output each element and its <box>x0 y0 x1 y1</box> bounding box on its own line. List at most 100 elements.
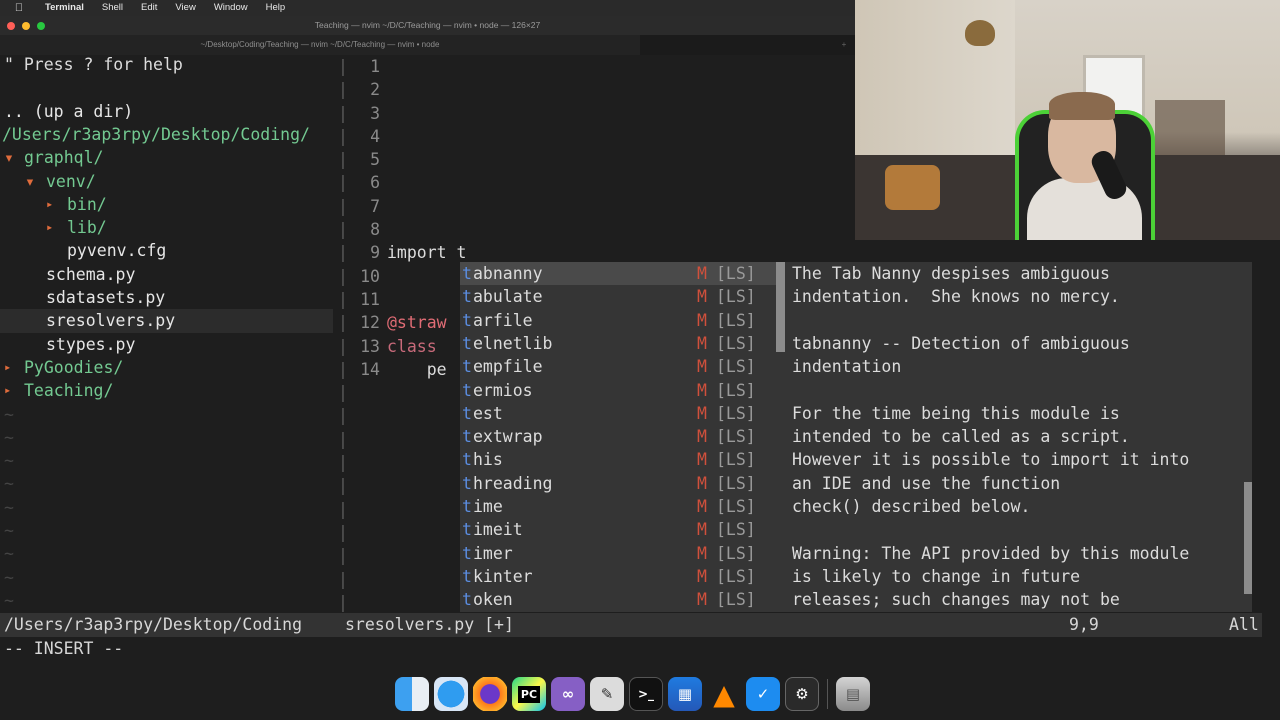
pycharm-glyph: PC <box>517 685 541 703</box>
completion-word: oken <box>473 590 513 610</box>
completion-source: [LS] <box>716 264 756 283</box>
completion-prefix: t <box>462 566 472 586</box>
doc-line: check() described below. <box>792 497 1031 516</box>
file-tree: " Press ? for help .. (up a dir) /Users/… <box>0 55 340 615</box>
completion-item[interactable]: t his M [LS] <box>460 448 778 471</box>
doc-scrollbar[interactable] <box>1244 482 1252 594</box>
completion-prefix: t <box>462 590 472 610</box>
completion-popup[interactable]: t abnanny M [LS] t abulate M [LS] t arfile M [LS] t e… <box>460 262 785 612</box>
menu-edit[interactable]: Edit <box>132 0 166 16</box>
tree-dir-teaching[interactable]: Teaching/ <box>24 379 113 402</box>
completion-source: [LS] <box>716 333 756 353</box>
completion-word: arfile <box>473 310 533 330</box>
completion-kind: M <box>697 427 707 447</box>
completion-prefix: t <box>462 543 472 563</box>
tree-file-sdatasets[interactable]: sdatasets.py <box>46 286 165 309</box>
completion-source: [LS] <box>716 566 756 586</box>
line-number: 3 <box>370 103 380 123</box>
tree-arrow-closed[interactable]: ▸ <box>4 356 11 379</box>
code-line-9: import t <box>387 243 467 263</box>
tree-file-stypes[interactable]: stypes.py <box>46 333 135 356</box>
checkmark-app-icon[interactable]: ✓ <box>746 677 780 711</box>
completion-prefix: t <box>462 357 472 377</box>
pycharm-icon[interactable]: PC <box>512 677 546 711</box>
completion-prefix: t <box>462 264 472 283</box>
menu-view[interactable]: View <box>166 0 204 16</box>
completion-item[interactable]: t arfile M [LS] <box>460 309 778 332</box>
tree-arrow-open[interactable]: ▾ <box>25 170 35 193</box>
line-number: 8 <box>370 220 380 240</box>
tree-file-sresolvers[interactable]: sresolvers.py <box>46 309 175 332</box>
webcam-overlay <box>855 0 1280 240</box>
menu-shell[interactable]: Shell <box>93 0 132 16</box>
script-editor-icon[interactable]: ✎ <box>590 677 624 711</box>
tree-dir-pygoodies[interactable]: PyGoodies/ <box>24 356 123 379</box>
completion-item[interactable]: t ime M [LS] <box>460 495 778 518</box>
tree-up-dir[interactable]: .. (up a dir) <box>4 100 133 123</box>
completion-item[interactable]: t hreading M [LS] <box>460 472 778 495</box>
minimize-button[interactable] <box>22 22 30 30</box>
safari-icon[interactable] <box>434 677 468 711</box>
tree-file-pyvenv[interactable]: pyvenv.cfg <box>67 239 166 262</box>
status-filename: sresolvers.py [+] <box>345 615 514 634</box>
completion-word: abnanny <box>473 264 543 283</box>
firefox-icon[interactable] <box>473 677 507 711</box>
tab-nvim[interactable]: ~/Desktop/Coding/Teaching — nvim ~/D/C/T… <box>0 35 640 55</box>
finder-icon[interactable] <box>395 677 429 711</box>
tree-arrow-closed[interactable]: ▸ <box>4 379 11 402</box>
completion-prefix: t <box>462 497 472 516</box>
vlc-icon[interactable]: ▲ <box>707 677 741 711</box>
activity-icon[interactable]: ⚙ <box>785 677 819 711</box>
menu-help[interactable]: Help <box>257 0 295 16</box>
line-number-gutter: 1 2 3 4 5 6 7 8 9 10 11 12 13 14 <box>348 55 380 615</box>
apple-icon[interactable]:  <box>12 2 26 14</box>
completion-item[interactable]: t imer M [LS] <box>460 542 778 565</box>
completion-item[interactable]: t abulate M [LS] <box>460 285 778 308</box>
tree-arrow-open[interactable]: ▾ <box>4 146 14 169</box>
terminal-icon[interactable]: >_ <box>629 677 663 711</box>
completion-word: his <box>473 450 503 470</box>
trash-icon[interactable]: ▤ <box>836 677 870 711</box>
app-store-connect-icon[interactable]: ▦ <box>668 677 702 711</box>
completion-kind: M <box>697 520 707 540</box>
tree-root[interactable]: /Users/r3ap3rpy/Desktop/Coding/ <box>2 123 310 146</box>
completion-item[interactable]: t extwrap M [LS] <box>460 425 778 448</box>
completion-item[interactable]: t elnetlib M [LS] <box>460 332 778 355</box>
status-tree-path: /Users/r3ap3rpy/Desktop/Coding <box>4 615 303 634</box>
tree-arrow-closed[interactable]: ▸ <box>46 216 53 239</box>
window-separator[interactable]: | | | | | | | | | | | | | | | | | | | | | | | | <box>338 55 348 615</box>
new-tab-button[interactable]: + <box>837 35 851 55</box>
completion-item[interactable]: t ermios M [LS] <box>460 379 778 402</box>
completion-kind: M <box>697 566 707 586</box>
doc-line: intended to be called as a script. <box>792 427 1130 447</box>
completion-item[interactable]: t oken M [LS] <box>460 588 778 611</box>
tree-dir-venv[interactable]: venv/ <box>46 170 96 193</box>
completion-source: [LS] <box>716 287 756 307</box>
completion-item[interactable]: t est M [LS] <box>460 402 778 425</box>
completion-item[interactable]: t abnanny M [LS] <box>460 262 778 286</box>
doc-line: indentation. She knows no mercy. <box>792 287 1120 307</box>
line-number: 7 <box>370 196 380 216</box>
menu-window[interactable]: Window <box>205 0 257 16</box>
completion-item[interactable]: t kinter M [LS] <box>460 565 778 588</box>
visual-studio-icon[interactable]: ∞ <box>551 677 585 711</box>
completion-word: abulate <box>473 287 543 307</box>
completion-item[interactable]: t imeit M [LS] <box>460 518 778 541</box>
tree-dir-bin[interactable]: bin/ <box>67 193 107 216</box>
menu-terminal[interactable]: Terminal <box>36 0 93 16</box>
doc-line: an IDE and use the function <box>792 473 1061 493</box>
tree-dir-lib[interactable]: lib/ <box>67 216 107 239</box>
completion-kind: M <box>697 380 707 400</box>
line-number: 1 <box>370 57 380 76</box>
zoom-button[interactable] <box>37 22 45 30</box>
completion-item[interactable]: t empfile M [LS] <box>460 355 778 378</box>
tree-file-schema[interactable]: schema.py <box>46 263 135 286</box>
completion-word: imer <box>473 543 513 563</box>
tree-dir-graphql[interactable]: graphql/ <box>24 146 103 169</box>
line-number: 12 <box>360 313 380 333</box>
status-line: /Users/r3ap3rpy/Desktop/Coding sresolver… <box>0 613 1262 637</box>
completion-scrollbar[interactable] <box>776 262 785 352</box>
completion-source: [LS] <box>716 497 756 516</box>
tree-arrow-closed[interactable]: ▸ <box>46 193 53 216</box>
close-button[interactable] <box>7 22 15 30</box>
